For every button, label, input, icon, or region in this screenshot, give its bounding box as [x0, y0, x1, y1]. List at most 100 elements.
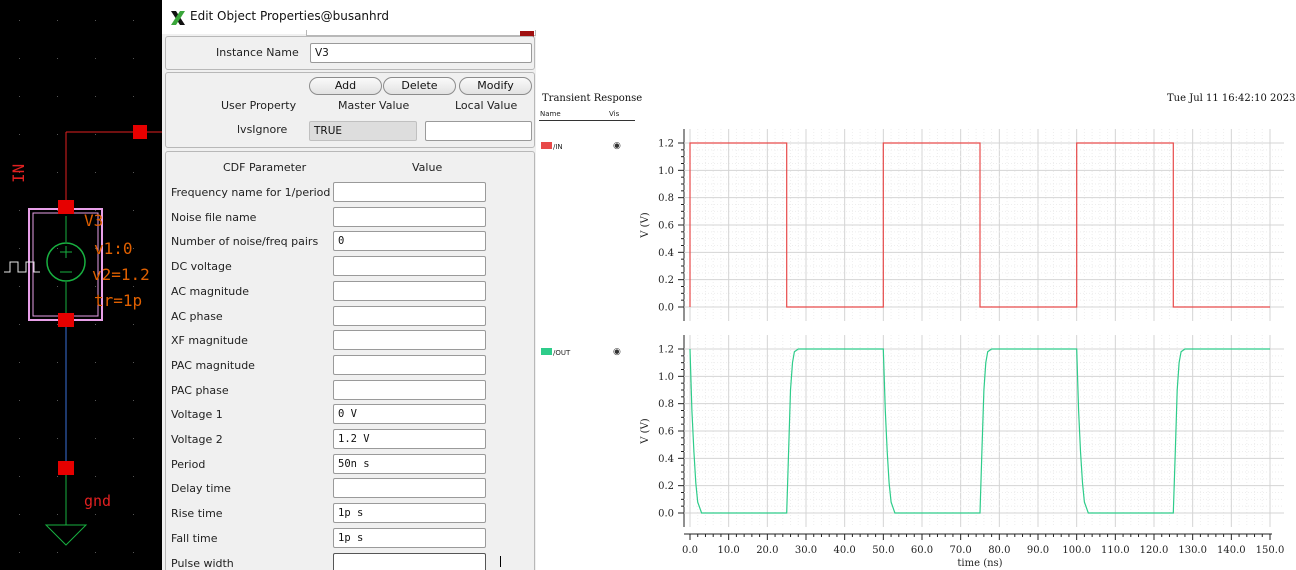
cdf-param-label: Noise file name: [171, 210, 257, 224]
x-tick-label: 20.0: [756, 545, 778, 556]
cdf-param-label: Delay time: [171, 482, 231, 496]
cdf-param-label: Period: [171, 457, 206, 471]
user-property-name: lvsIgnore: [237, 123, 288, 136]
cdf-param-label: Voltage 2: [171, 433, 223, 446]
x-tick-label: 30.0: [795, 545, 817, 556]
cdf-param-label: AC magnitude: [171, 284, 250, 298]
cdf-param-label: Number of noise/freq pairs: [171, 235, 319, 249]
y-tick-label: 0.8: [658, 193, 674, 204]
cdf-param-label: XF magnitude: [171, 334, 248, 348]
cdf-param-field[interactable]: [333, 552, 486, 570]
cdf-param-field[interactable]: 0 V: [333, 404, 486, 425]
y-tick-label: 0.6: [658, 221, 674, 232]
dialog-title: Edit Object Properties@busanhrd: [190, 9, 389, 23]
cdf-param-label: AC phase: [171, 309, 223, 323]
user-property-header: User Property: [221, 99, 297, 112]
master-value-field: TRUE: [309, 121, 417, 141]
cdf-param-label: DC voltage: [171, 260, 232, 274]
cdf-param-field[interactable]: [333, 305, 486, 326]
x-tick-label: 10.0: [718, 545, 740, 556]
x-tick-label: 130.0: [1178, 545, 1207, 556]
cdf-param-label: PAC magnitude: [171, 358, 255, 372]
grid-dots: [19, 20, 134, 553]
cdf-param-label: PAC phase: [171, 383, 229, 397]
x-tick-label: 100.0: [1062, 545, 1091, 556]
cdf-param-label: Fall time: [171, 531, 218, 545]
cdf-param-field[interactable]: [333, 354, 486, 375]
y-tick-label: 1.0: [658, 372, 674, 383]
cdf-param-field[interactable]: 1p s: [333, 527, 486, 548]
delete-button[interactable]: Delete: [383, 77, 456, 95]
schematic-canvas[interactable]: IN V3 v1:0 v2=1.2 tr=1p gnd: [0, 0, 162, 570]
pulse-waveform-icon: [4, 261, 40, 273]
cdf-param-label: Rise time: [171, 507, 223, 521]
app-x-icon: [171, 11, 185, 25]
x-tick-label: 60.0: [911, 545, 933, 556]
y-tick-label: 0.0: [658, 303, 674, 314]
x-tick-label: 0.0: [682, 545, 698, 556]
cdf-param-field[interactable]: [333, 182, 486, 202]
y-tick-label: 0.2: [658, 481, 674, 492]
cdf-param-field[interactable]: [333, 478, 486, 499]
cdf-param-field[interactable]: [333, 280, 486, 301]
param-v2-label: v2=1.2: [92, 265, 150, 284]
cdf-param-label: Frequency name for 1/period: [171, 186, 331, 199]
x-tick-label: 90.0: [1027, 545, 1049, 556]
local-value-field[interactable]: [425, 121, 532, 141]
x-tick-label: 80.0: [988, 545, 1010, 556]
master-value-header: Master Value: [338, 99, 410, 112]
local-value-header: Local Value: [455, 99, 518, 112]
waveform-viewer: Transient Response Tue Jul 11 16:42:10 2…: [536, 0, 1296, 570]
cdf-param-label: Voltage 1: [171, 408, 223, 422]
edit-object-properties-dialog: Edit Object Properties@busanhrd Instance…: [162, 0, 536, 570]
y-tick-label: 0.0: [658, 509, 674, 520]
x-tick-label: 120.0: [1140, 545, 1169, 556]
x-tick-label: 150.0: [1256, 545, 1285, 556]
param-tr-label: tr=1p: [94, 291, 142, 310]
ground-symbol-icon: [44, 524, 88, 546]
dialog-titlebar[interactable]: Edit Object Properties@busanhrd: [162, 0, 536, 34]
cdf-param-field[interactable]: 0: [333, 231, 486, 252]
vsource-minus-pin: [58, 313, 74, 327]
x-tick-label: 50.0: [872, 545, 894, 556]
instance-section: Instance Name V3: [165, 36, 535, 70]
y-tick-label: 1.0: [658, 166, 674, 177]
x-tick-label: 110.0: [1101, 545, 1130, 556]
instance-label: V3: [84, 211, 103, 230]
cdf-param-field[interactable]: [333, 330, 486, 351]
gnd-pin: [58, 461, 74, 475]
y-tick-label: 0.2: [658, 275, 674, 286]
cdf-param-field[interactable]: [333, 379, 486, 400]
cdf-param-field[interactable]: [333, 256, 486, 277]
cdf-param-label: Pulse width: [171, 556, 234, 570]
vsource-plus-pin: [58, 200, 74, 214]
y-axis-label: V (V): [640, 418, 651, 445]
instance-name-label: Instance Name: [216, 46, 299, 59]
add-button[interactable]: Add: [309, 77, 382, 95]
cdf-param-field[interactable]: 1p s: [333, 503, 486, 524]
y-tick-label: 0.4: [658, 454, 674, 465]
x-tick-label: 140.0: [1217, 545, 1246, 556]
x-tick-label: 70.0: [950, 545, 972, 556]
value-header: Value: [412, 161, 443, 174]
wire-junction-pin: [133, 125, 147, 139]
cdf-param-field[interactable]: 50n s: [333, 453, 486, 474]
y-tick-label: 0.8: [658, 399, 674, 410]
text-cursor: [500, 556, 501, 567]
x-tick-label: 40.0: [834, 545, 856, 556]
cdf-param-field[interactable]: 1.2 V: [333, 429, 486, 449]
net-label-in: IN: [9, 164, 28, 183]
net-label-gnd: gnd: [84, 492, 111, 510]
y-axis-label: V (V): [640, 212, 651, 239]
cdf-param-field[interactable]: [333, 206, 486, 227]
y-tick-label: 0.4: [658, 248, 674, 259]
y-tick-label: 1.2: [658, 139, 674, 150]
y-tick-label: 0.6: [658, 427, 674, 438]
cdf-parameter-header: CDF Parameter: [223, 161, 307, 174]
modify-button[interactable]: Modify: [459, 77, 532, 95]
schematic-drawing: IN V3 v1:0 v2=1.2 tr=1p gnd: [4, 20, 162, 553]
instance-name-field[interactable]: V3: [310, 43, 532, 63]
y-tick-label: 1.2: [658, 345, 674, 356]
x-axis-label: time (ns): [957, 558, 1002, 569]
waveform-plots[interactable]: 0.0 0.2 0.4 0.6 0.8 1.0 1.2 V (V) 0.0 0.2 0.4 0.6 0.…: [536, 0, 1296, 570]
